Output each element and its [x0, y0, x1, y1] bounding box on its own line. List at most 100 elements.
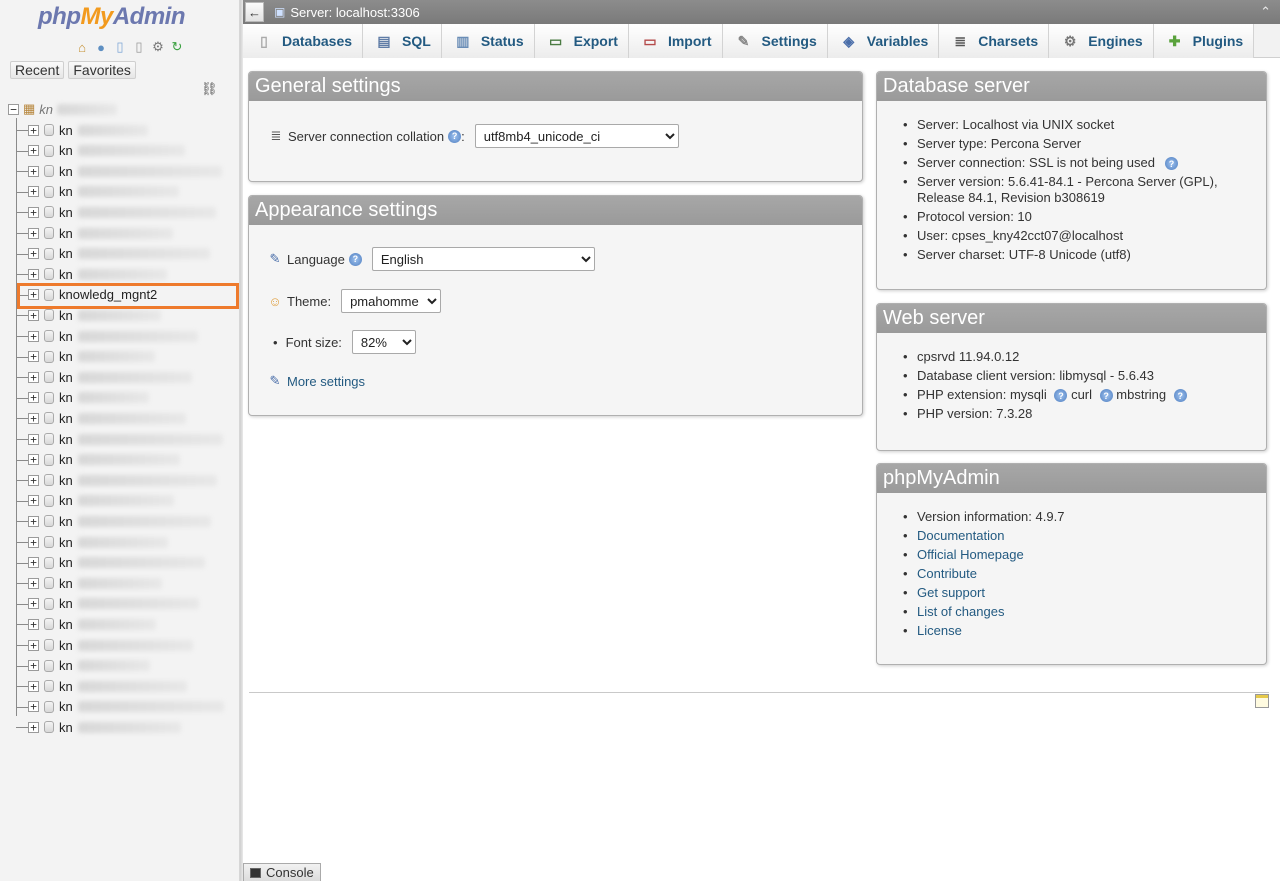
database-tree-item[interactable]: + kn [16, 202, 233, 222]
database-tree-item[interactable]: + kn [16, 594, 233, 614]
expand-icon[interactable]: + [28, 248, 39, 260]
database-tree-item[interactable]: + kn [16, 635, 233, 655]
language-select[interactable]: English [371, 247, 595, 271]
database-name[interactable]: kn [59, 638, 73, 653]
database-name[interactable]: kn [59, 617, 73, 632]
database-name[interactable]: kn [59, 514, 73, 529]
database-tree-item[interactable]: + kn [16, 223, 233, 243]
collapse-icon[interactable]: − [8, 103, 19, 115]
tab-charsets[interactable]: ≣ Charsets [939, 24, 1050, 58]
collation-select[interactable]: utf8mb4_unicode_ci [474, 124, 679, 148]
database-tree-item[interactable]: + kn [16, 614, 233, 634]
database-name[interactable]: kn [59, 576, 73, 591]
contribute-link[interactable]: Contribute [917, 566, 977, 581]
expand-icon[interactable]: + [28, 371, 39, 383]
expand-icon[interactable]: + [28, 186, 39, 198]
expand-icon[interactable]: + [28, 660, 39, 672]
expand-icon[interactable]: + [28, 495, 39, 507]
tree-root[interactable]: − ▦ kn [8, 101, 118, 117]
database-name[interactable]: kn [59, 432, 73, 447]
expand-icon[interactable]: + [28, 165, 39, 177]
official-homepage-link[interactable]: Official Homepage [917, 547, 1024, 562]
database-name[interactable]: kn [59, 452, 73, 467]
expand-icon[interactable]: + [28, 618, 39, 630]
help-icon[interactable]: ? [1099, 389, 1113, 403]
notes-icon[interactable] [1255, 694, 1269, 708]
get-support-link[interactable]: Get support [917, 585, 985, 600]
database-name[interactable]: kn [59, 720, 73, 735]
tab-status[interactable]: ▥ Status [441, 24, 535, 58]
database-name[interactable]: kn [59, 164, 73, 179]
expand-icon[interactable]: + [28, 680, 39, 692]
expand-icon[interactable]: + [28, 330, 39, 342]
tab-settings[interactable]: ✎ Settings [722, 24, 828, 58]
navigation-resizer[interactable] [240, 0, 243, 881]
database-tree-item[interactable]: + kn [16, 120, 233, 140]
tab-variables[interactable]: ◈ Variables [827, 24, 940, 58]
database-tree-item[interactable]: + kn [16, 264, 233, 284]
database-name[interactable]: kn [59, 370, 73, 385]
expand-icon[interactable]: + [28, 206, 39, 218]
sql-docs-icon[interactable]: ▯ [131, 39, 147, 55]
database-name[interactable]: kn [59, 679, 73, 694]
database-tree-item[interactable]: + kn [16, 717, 233, 737]
database-tree-item[interactable]: + kn [16, 511, 233, 531]
documentation-link[interactable]: Documentation [917, 528, 1004, 543]
expand-icon[interactable]: + [28, 392, 39, 404]
expand-icon[interactable]: + [28, 309, 39, 321]
database-tree-item[interactable]: + kn [16, 470, 233, 490]
more-settings-link[interactable]: More settings [287, 374, 365, 389]
home-icon[interactable]: ⌂ [74, 39, 90, 55]
database-tree-item[interactable]: + kn [16, 676, 233, 696]
database-tree-item[interactable]: + kn [16, 532, 233, 552]
tab-import[interactable]: ▭ Import [628, 24, 723, 58]
database-tree-item[interactable]: + kn [16, 553, 233, 573]
breadcrumb-server[interactable]: Server: localhost:3306 [290, 5, 419, 20]
database-tree-item[interactable]: + kn [16, 491, 233, 511]
database-name[interactable]: kn [59, 596, 73, 611]
database-name[interactable]: kn [59, 205, 73, 220]
link-with-main-panel-icon[interactable]: ⛓ [201, 81, 218, 97]
database-name[interactable]: kn [59, 123, 73, 138]
database-name[interactable]: kn [59, 246, 73, 261]
tab-export[interactable]: ▭ Export [534, 24, 629, 58]
logout-icon[interactable]: ● [93, 39, 109, 55]
back-arrow-button[interactable]: ← [245, 2, 264, 22]
database-name[interactable]: kn [59, 329, 73, 344]
tab-sql[interactable]: ▤ SQL [363, 24, 442, 58]
license-link[interactable]: License [917, 623, 962, 638]
favorites-button[interactable]: Favorites [68, 61, 136, 79]
database-name[interactable]: kn [59, 226, 73, 241]
expand-icon[interactable]: + [28, 412, 39, 424]
expand-icon[interactable]: + [28, 557, 39, 569]
expand-icon[interactable]: + [28, 598, 39, 610]
database-tree-item[interactable]: + kn [16, 244, 233, 264]
help-icon[interactable]: ? [348, 252, 362, 266]
font-size-select[interactable]: 82% [351, 330, 416, 354]
database-tree-item[interactable]: + kn [16, 408, 233, 428]
console-toggle[interactable]: Console [243, 863, 321, 881]
expand-icon[interactable]: + [28, 124, 39, 136]
database-name[interactable]: kn [59, 349, 73, 364]
database-tree-item[interactable]: + kn [16, 429, 233, 449]
database-name[interactable]: kn [59, 411, 73, 426]
database-tree-item[interactable]: + kn [16, 697, 233, 717]
expand-icon[interactable]: + [28, 536, 39, 548]
expand-icon[interactable]: + [28, 701, 39, 713]
database-tree-item[interactable]: + kn [16, 141, 233, 161]
tab-engines[interactable]: ⚙ Engines [1049, 24, 1154, 58]
breadcrumb[interactable]: ▣ Server: localhost:3306 [274, 5, 420, 20]
database-name[interactable]: kn [59, 184, 73, 199]
database-tree-item[interactable]: + kn [16, 656, 233, 676]
database-name[interactable]: kn [59, 699, 73, 714]
expand-icon[interactable]: + [28, 351, 39, 363]
database-name[interactable]: kn [59, 535, 73, 550]
database-tree-item[interactable]: + kn [16, 367, 233, 387]
database-name[interactable]: kn [59, 473, 73, 488]
collapse-top-icon[interactable]: ⌃ [1260, 4, 1271, 20]
expand-icon[interactable]: + [28, 268, 39, 280]
database-tree-item[interactable]: + kn [16, 573, 233, 593]
list-of-changes-link[interactable]: List of changes [917, 604, 1004, 619]
database-tree-item[interactable]: + kn [16, 182, 233, 202]
recent-button[interactable]: Recent [10, 61, 65, 79]
